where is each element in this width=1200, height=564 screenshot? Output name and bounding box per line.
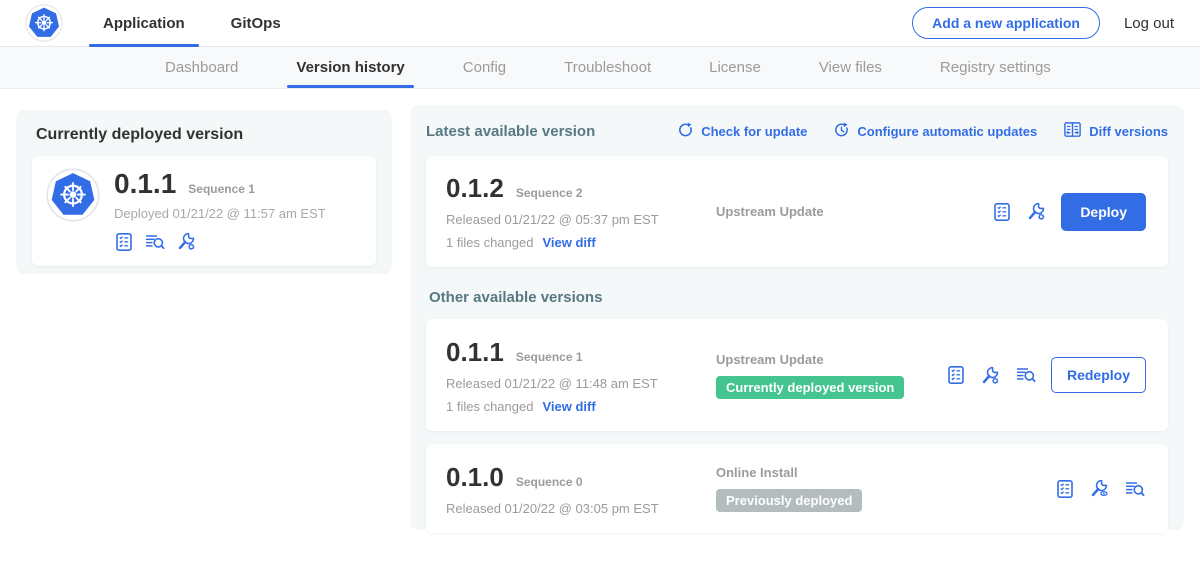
tab-application[interactable]: Application [80, 0, 208, 46]
version-info: 0.1.0 Sequence 0 Released 01/20/22 @ 03:… [446, 462, 704, 516]
deployed-timestamp: Deployed 01/21/22 @ 11:57 am EST [114, 206, 326, 221]
latest-version-title: Latest available version [426, 123, 595, 140]
version-history-panel: Latest available version Check for updat… [410, 105, 1184, 530]
currently-deployed-panel: Currently deployed version 0.1.1 Sequenc… [16, 110, 392, 274]
sequence-label: Sequence 1 [516, 350, 583, 364]
currently-deployed-title: Currently deployed version [36, 126, 376, 144]
other-versions-title: Other available versions [429, 289, 1168, 306]
version-actions [1055, 478, 1148, 499]
version-source: Online Install Previously deployed [704, 465, 1055, 512]
logout-link[interactable]: Log out [1124, 15, 1174, 32]
redeploy-button[interactable]: Redeploy [1051, 357, 1146, 393]
version-info: 0.1.1 Sequence 1 Released 01/21/22 @ 11:… [446, 337, 704, 414]
latest-version-header: Latest available version Check for updat… [426, 119, 1168, 143]
lines-magnifier-icon[interactable] [144, 232, 166, 252]
view-diff-link[interactable]: View diff [542, 399, 595, 414]
sequence-label: Sequence 0 [516, 475, 583, 489]
header-right: Add a new application Log out [912, 0, 1174, 46]
panel-actions: Check for update Configure automatic upd… [677, 120, 1168, 142]
tab-view-files[interactable]: View files [790, 47, 911, 88]
wrench-eye-icon[interactable] [1089, 478, 1110, 499]
deployed-version-card: 0.1.1 Sequence 1 Deployed 01/21/22 @ 11:… [32, 156, 376, 266]
wrench-gear-icon[interactable] [1026, 201, 1047, 222]
version-number: 0.1.2 [446, 173, 504, 204]
configure-automatic-updates-link[interactable]: Configure automatic updates [833, 121, 1037, 141]
version-card-0-1-2: 0.1.2 Sequence 2 Released 01/21/22 @ 05:… [426, 156, 1168, 267]
app-subnav: Dashboard Version history Config Trouble… [0, 47, 1200, 89]
app-header: Application GitOps Add a new application… [0, 0, 1200, 47]
released-timestamp: Released 01/20/22 @ 03:05 pm EST [446, 501, 704, 516]
deployed-sequence-label: Sequence 1 [188, 182, 255, 196]
clock-refresh-icon [833, 121, 850, 141]
view-diff-link[interactable]: View diff [542, 235, 595, 250]
version-source: Upstream Update [704, 204, 992, 219]
lines-magnifier-icon[interactable] [1015, 365, 1037, 385]
checklist-icon[interactable] [1055, 479, 1075, 499]
lines-magnifier-icon[interactable] [1124, 479, 1146, 499]
deploy-button[interactable]: Deploy [1061, 193, 1146, 231]
released-timestamp: Released 01/21/22 @ 05:37 pm EST [446, 212, 704, 227]
source-label: Upstream Update [716, 352, 946, 367]
header-tabs: Application GitOps [80, 0, 304, 46]
refresh-icon [677, 121, 694, 141]
source-label: Online Install [716, 465, 1055, 480]
tab-registry-settings[interactable]: Registry settings [911, 47, 1080, 88]
version-actions: Deploy [992, 193, 1148, 231]
tab-gitops[interactable]: GitOps [208, 0, 304, 46]
tab-version-history[interactable]: Version history [267, 47, 433, 88]
released-timestamp: Released 01/21/22 @ 11:48 am EST [446, 376, 704, 391]
configure-automatic-updates-label: Configure automatic updates [857, 124, 1037, 139]
files-changed-label: 1 files changed [446, 399, 533, 414]
currently-deployed-badge: Currently deployed version [716, 376, 904, 399]
tab-config[interactable]: Config [434, 47, 535, 88]
check-for-update-link[interactable]: Check for update [677, 121, 807, 141]
diff-versions-link[interactable]: Diff versions [1063, 120, 1168, 142]
files-changed-label: 1 files changed [446, 235, 533, 250]
version-info: 0.1.2 Sequence 2 Released 01/21/22 @ 05:… [446, 173, 704, 250]
add-application-button[interactable]: Add a new application [912, 7, 1100, 39]
wrench-gear-icon[interactable] [176, 231, 197, 252]
sequence-label: Sequence 2 [516, 186, 583, 200]
diff-versions-label: Diff versions [1089, 124, 1168, 139]
checklist-icon[interactable] [992, 202, 1012, 222]
version-source: Upstream Update Currently deployed versi… [704, 352, 946, 399]
tab-dashboard[interactable]: Dashboard [136, 47, 267, 88]
wrench-gear-icon[interactable] [980, 365, 1001, 386]
kubernetes-app-icon [46, 168, 100, 222]
checklist-icon[interactable] [946, 365, 966, 385]
check-for-update-label: Check for update [701, 124, 807, 139]
version-card-0-1-1: 0.1.1 Sequence 1 Released 01/21/22 @ 11:… [426, 319, 1168, 431]
tab-license[interactable]: License [680, 47, 790, 88]
deployed-version-info: 0.1.1 Sequence 1 Deployed 01/21/22 @ 11:… [114, 168, 326, 252]
tab-troubleshoot[interactable]: Troubleshoot [535, 47, 680, 88]
checklist-icon[interactable] [114, 232, 134, 252]
version-number: 0.1.0 [446, 462, 504, 493]
diff-columns-icon [1063, 120, 1082, 142]
source-label: Upstream Update [716, 204, 992, 219]
version-number: 0.1.1 [446, 337, 504, 368]
previously-deployed-badge: Previously deployed [716, 489, 862, 512]
version-card-0-1-0: 0.1.0 Sequence 0 Released 01/20/22 @ 03:… [426, 444, 1168, 533]
deployed-version-number: 0.1.1 [114, 168, 176, 200]
version-actions: Redeploy [946, 357, 1148, 393]
kubernetes-logo [25, 4, 63, 42]
